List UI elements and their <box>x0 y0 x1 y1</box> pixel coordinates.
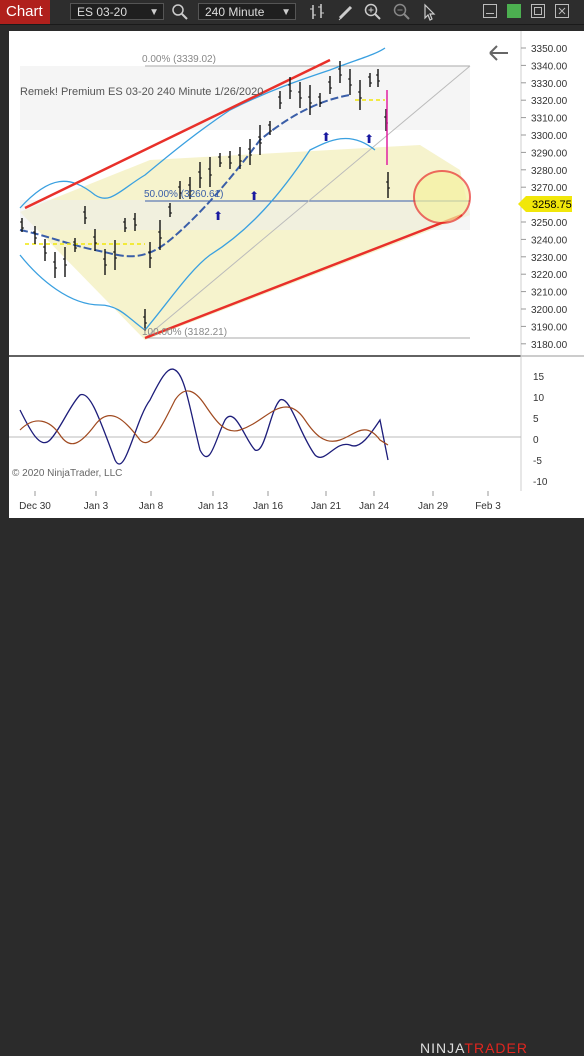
date-axis-label: Jan 8 <box>139 501 164 512</box>
pointer-icon[interactable] <box>419 2 439 22</box>
price-axis-label: 3250.00 <box>531 218 568 229</box>
price-axis-label: 3310.00 <box>531 114 568 125</box>
price-axis-label: 3190.00 <box>531 322 568 333</box>
oscillator-axis-label: 5 <box>533 414 539 425</box>
price-axis-label: 3230.00 <box>531 253 568 264</box>
price-axis-label: 3320.00 <box>531 96 568 107</box>
window-restore-icon[interactable] <box>483 4 497 18</box>
instrument-value: ES 03-20 <box>77 5 128 19</box>
instrument-selector[interactable]: ES 03-20 ▼ <box>70 3 164 20</box>
fib-top-label: 0.00% (3339.02) <box>142 54 216 65</box>
oscillator-axis-label: 15 <box>533 372 545 383</box>
date-axis-label: Jan 29 <box>418 501 448 512</box>
price-axis-label: 3280.00 <box>531 166 568 177</box>
svg-text:⬆: ⬆ <box>364 132 374 146</box>
price-axis-label: 3350.00 <box>531 44 568 55</box>
bar-type-icon[interactable] <box>307 2 327 22</box>
search-icon[interactable] <box>170 2 190 22</box>
price-axis-label: 3340.00 <box>531 61 568 72</box>
price-axis-label: 3180.00 <box>531 340 568 351</box>
price-axis-label: 3330.00 <box>531 79 568 90</box>
fib-mid-label: 50.00% (3260.61) <box>144 189 224 200</box>
chart-toolbar: Chart ES 03-20 ▼ 240 Minute ▼ <box>0 0 584 25</box>
chart-panel[interactable]: ⬆ ⬆ ⬆ ⬆ 0.00% (3339.02) 50.00% (3260.61) 10… <box>0 25 584 518</box>
date-axis-label: Jan 16 <box>253 501 283 512</box>
price-axis-label: 3270.00 <box>531 183 568 194</box>
zoom-in-icon[interactable] <box>363 2 383 22</box>
price-axis-label: 3300.00 <box>531 131 568 142</box>
date-axis-label: Jan 13 <box>198 501 228 512</box>
interval-selector[interactable]: 240 Minute ▼ <box>198 3 296 20</box>
date-axis-label: Dec 30 <box>19 501 51 512</box>
interval-value: 240 Minute <box>205 5 265 19</box>
close-icon[interactable] <box>555 4 569 18</box>
maximize-icon[interactable] <box>531 4 545 18</box>
oscillator-axis-label: 10 <box>533 393 545 404</box>
price-axis-label: 3290.00 <box>531 148 568 159</box>
date-axis-label: Jan 21 <box>311 501 341 512</box>
chevron-down-icon: ▼ <box>281 7 291 18</box>
ninjatrader-logo: NINJATRADER <box>420 1040 528 1056</box>
date-axis-label: Jan 3 <box>84 501 109 512</box>
svg-text:⬆: ⬆ <box>321 130 331 144</box>
link-color-icon[interactable] <box>507 4 521 18</box>
chevron-down-icon: ▼ <box>149 7 159 18</box>
oscillator-axis-label: -5 <box>533 456 542 467</box>
price-axis-label: 3240.00 <box>531 235 568 246</box>
zoom-out-icon[interactable] <box>392 2 412 22</box>
copyright-text: © 2020 NinjaTrader, LLC <box>12 468 122 479</box>
svg-text:⬆: ⬆ <box>213 209 223 223</box>
fib-bottom-label: 100.00% (3182.21) <box>142 327 227 338</box>
date-axis-label: Jan 24 <box>359 501 389 512</box>
date-axis-label: Feb 3 <box>475 501 501 512</box>
price-axis-label: 3200.00 <box>531 305 568 316</box>
chart-label-line: Remek! Premium ES 03-20 240 Minute 1/26/… <box>20 86 263 98</box>
drawing-tool-icon[interactable] <box>336 2 356 22</box>
svg-text:⬆: ⬆ <box>249 189 259 203</box>
footer-bar: NINJATRADER <box>0 518 584 1056</box>
highlight-circle[interactable] <box>413 170 471 224</box>
chart-tab[interactable]: Chart <box>0 0 50 24</box>
price-axis-label: 3210.00 <box>531 288 568 299</box>
price-axis-label: 3220.00 <box>531 270 568 281</box>
oscillator-axis-label: -10 <box>533 477 548 488</box>
current-price-label: 3258.75 <box>532 199 572 211</box>
oscillator-axis-label: 0 <box>533 435 539 446</box>
